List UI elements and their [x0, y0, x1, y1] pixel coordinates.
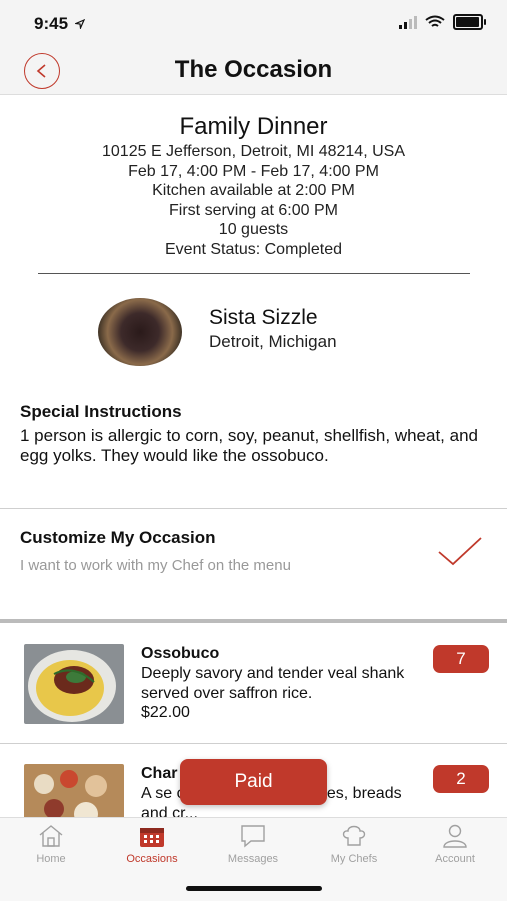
event-address: 10125 E Jefferson, Detroit, MI 48214, US…	[102, 143, 405, 160]
tab-my-chefs[interactable]: My Chefs	[304, 824, 404, 865]
quantity-badge: 7	[433, 645, 489, 673]
chef-avatar[interactable]	[98, 298, 182, 366]
tab-label: My Chefs	[330, 853, 378, 865]
tab-label: Home	[36, 853, 66, 865]
divider	[0, 743, 507, 744]
tab-occasions[interactable]: Occasions	[102, 824, 202, 865]
ossobuco-image	[24, 644, 124, 724]
battery-icon	[453, 14, 486, 30]
event-title: Family Dinner	[179, 113, 328, 140]
checkmark-icon[interactable]	[437, 536, 483, 566]
home-indicator	[186, 886, 322, 891]
chef-hat-icon	[342, 825, 366, 846]
location-arrow-icon	[73, 18, 85, 31]
tab-label: Occasions	[126, 853, 178, 865]
status-icons	[399, 14, 486, 30]
customize-heading: Customize My Occasion	[20, 528, 216, 547]
customize-subtitle: I want to work with my Chef on the menu	[20, 557, 291, 574]
charcuterie-image	[24, 764, 124, 818]
status-time: 9:45	[34, 14, 85, 34]
clock-text: 9:45	[34, 14, 69, 33]
item-name: Ossobuco	[141, 645, 220, 662]
instructions-heading: Special Instructions	[20, 402, 182, 421]
event-dates: Feb 17, 4:00 PM - Feb 17, 4:00 PM	[128, 162, 379, 180]
kitchen-time: Kitchen available at 2:00 PM	[152, 182, 355, 199]
navigation-bar: The Occasion	[0, 48, 507, 95]
item-description: Deeply savory and tender veal shank serv…	[141, 664, 431, 723]
instructions-body: 1 person is allergic to corn, soy, peanu…	[20, 426, 478, 465]
event-info: Family Dinner 10125 E Jefferson, Detroit…	[0, 112, 507, 259]
status-bar: 9:45	[0, 0, 507, 48]
item-price: $22.00	[141, 704, 190, 721]
paid-button[interactable]: Paid	[180, 759, 327, 805]
menu-item[interactable]: Ossobuco Deeply savory and tender veal s…	[0, 642, 507, 742]
chat-icon	[241, 825, 265, 848]
item-name: Char	[141, 765, 178, 782]
person-icon	[443, 824, 467, 848]
customize-section[interactable]: Customize My Occasion I want to work wit…	[20, 528, 490, 574]
tab-label: Account	[435, 853, 475, 865]
cell-signal-icon	[399, 15, 417, 29]
tab-home[interactable]: Home	[1, 824, 101, 865]
tab-messages[interactable]: Messages	[203, 824, 303, 865]
chef-location: Detroit, Michigan	[209, 332, 337, 351]
section-divider	[38, 273, 470, 274]
tab-label: Messages	[227, 853, 279, 865]
calendar-icon	[140, 828, 164, 847]
item-description-text: Deeply savory and tender veal shank serv…	[141, 665, 405, 702]
home-icon	[39, 825, 63, 847]
page-title: The Occasion	[174, 56, 333, 83]
divider	[0, 508, 507, 509]
tab-account[interactable]: Account	[405, 824, 505, 865]
guest-count: 10 guests	[218, 221, 289, 238]
event-status: Event Status: Completed	[165, 240, 342, 258]
quantity-badge: 2	[433, 765, 489, 793]
serving-time: First serving at 6:00 PM	[169, 201, 338, 219]
special-instructions: Special Instructions 1 person is allergi…	[20, 402, 490, 466]
chef-name: Sista Sizzle	[209, 306, 318, 329]
menu-divider	[0, 619, 507, 623]
wifi-icon	[425, 15, 445, 27]
